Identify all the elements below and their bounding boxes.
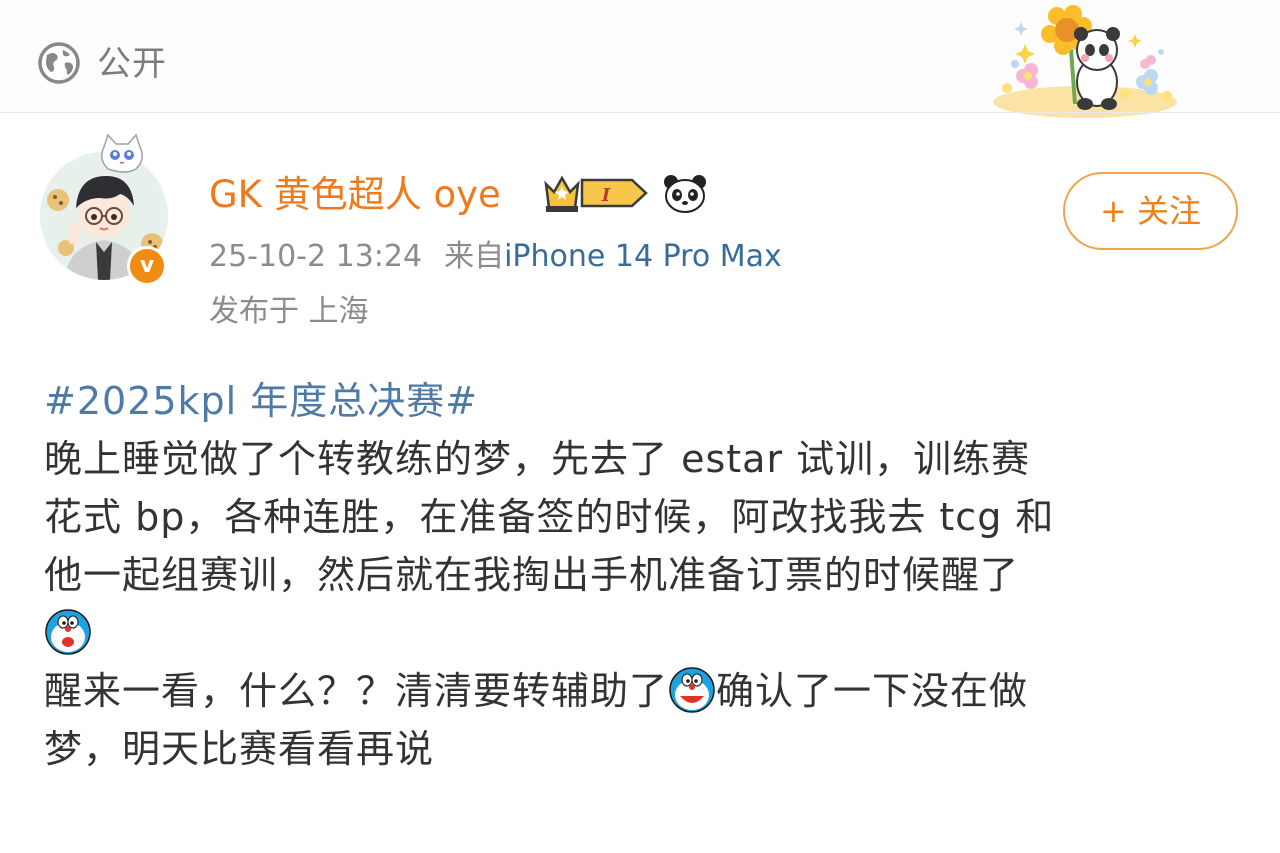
post-line-5a: 醒来一看，什么？？清清要转辅助了 <box>44 669 669 713</box>
post-timestamp: 25-10-2 13:24 <box>209 239 423 274</box>
post-body: #2025kpl 年度总决赛# 晚上睡觉做了个转教练的梦，先去了 estar 试… <box>44 372 1254 778</box>
doraemon-emoji <box>669 667 715 713</box>
follow-button[interactable]: + 关注 <box>1063 172 1238 250</box>
verified-badge: v <box>127 246 167 286</box>
panda-sunflower-sticker <box>993 5 1177 118</box>
source-prefix: 来自 <box>444 239 505 274</box>
topic-link[interactable]: #2025kpl 年度总决赛# <box>44 372 1254 430</box>
verified-v-icon: v <box>139 253 155 278</box>
visibility-label: 公开 <box>97 44 167 84</box>
cat-avatar-ornament <box>101 133 143 173</box>
level-badge-text: I <box>601 185 611 206</box>
post-location: 发布于 上海 <box>209 294 369 329</box>
post-line-3: 他一起组赛训，然后就在我掏出手机准备订票的时候醒了 <box>44 553 1020 597</box>
author-name[interactable]: GK 黄色超人 oye <box>209 171 501 219</box>
source-device-link[interactable]: iPhone 14 Pro Max <box>504 239 782 274</box>
header-divider <box>0 112 1280 113</box>
panda-icon <box>664 175 706 213</box>
visibility-bar: 公开 <box>0 0 1280 118</box>
post-line-6: 梦，明天比赛看看再说 <box>44 727 435 771</box>
post-line-2: 花式 bp，各种连胜，在准备签的时候，阿改找我去 tcg 和 <box>44 495 1055 539</box>
post-line-5: 醒来一看，什么？？清清要转辅助了 确认了一下没在做 <box>44 662 1254 720</box>
post-line-4 <box>44 604 1254 662</box>
post-line-5b: 确认了一下没在做 <box>716 669 1029 713</box>
post-line-1: 晚上睡觉做了个转教练的梦，先去了 estar 试训，训练赛 <box>44 437 1031 481</box>
doraemon-emoji <box>45 609 91 655</box>
post-meta: 25-10-2 13:24 来自iPhone 14 Pro Max <box>209 236 782 278</box>
crown-level-badge[interactable]: I <box>540 170 660 216</box>
globe-icon <box>38 42 80 84</box>
